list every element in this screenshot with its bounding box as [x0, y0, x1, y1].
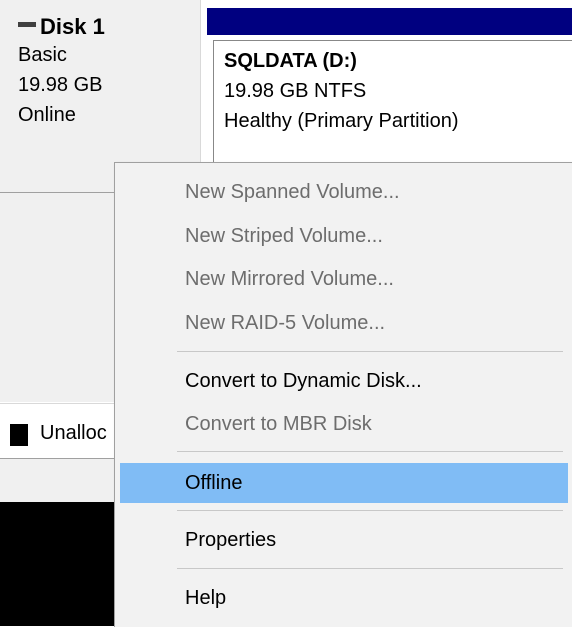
- disk-title: Disk 1: [18, 14, 105, 40]
- menu-item-help[interactable]: Help: [120, 578, 568, 618]
- unallocated-swatch: [10, 424, 28, 446]
- disk-icon: [18, 21, 36, 27]
- menu-item-convert-to-mbr-disk[interactable]: Convert to MBR Disk: [120, 404, 568, 444]
- partition-name: SQLDATA (D:): [224, 50, 357, 72]
- menu-item-convert-to-dynamic-disk[interactable]: Convert to Dynamic Disk...: [120, 361, 568, 401]
- menu-item-new-mirrored-volume[interactable]: New Mirrored Volume...: [120, 259, 568, 299]
- legend-unallocated-label: Unalloc: [40, 422, 107, 444]
- black-background: [0, 502, 120, 626]
- disk-name-label: Disk 1: [40, 14, 105, 39]
- partition-health: Healthy (Primary Partition): [224, 110, 459, 132]
- menu-separator: [177, 451, 563, 452]
- menu-item-offline[interactable]: Offline: [120, 463, 568, 503]
- disk-type: Basic: [18, 44, 67, 66]
- menu-separator: [177, 351, 563, 352]
- menu-separator: [177, 568, 563, 569]
- menu-item-new-striped-volume[interactable]: New Striped Volume...: [120, 216, 568, 256]
- partition-header-bar: [207, 8, 572, 35]
- disk-size: 19.98 GB: [18, 74, 103, 96]
- partition-size-fs: 19.98 GB NTFS: [224, 80, 367, 102]
- legend-bar: Unalloc: [0, 403, 120, 459]
- disk-list-background: [0, 193, 120, 402]
- menu-item-new-spanned-volume[interactable]: New Spanned Volume...: [120, 172, 568, 212]
- menu-item-properties[interactable]: Properties: [120, 520, 568, 560]
- menu-separator: [177, 510, 563, 511]
- disk-status: Online: [18, 104, 76, 126]
- menu-item-new-raid5-volume[interactable]: New RAID-5 Volume...: [120, 303, 568, 343]
- status-strip: [0, 458, 120, 503]
- context-menu: New Spanned Volume... New Striped Volume…: [114, 162, 572, 627]
